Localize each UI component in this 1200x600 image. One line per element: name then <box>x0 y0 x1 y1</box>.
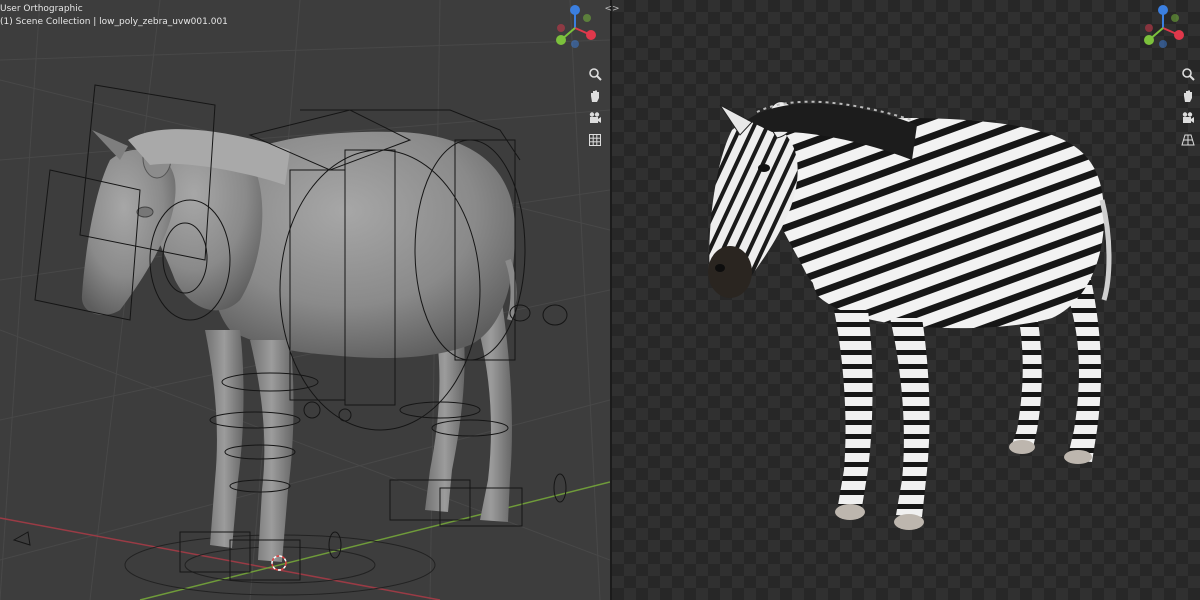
split-arrows-icon[interactable]: <> <box>604 4 620 14</box>
hand-pan-icon[interactable] <box>1178 86 1198 106</box>
viewport-tools <box>585 64 605 152</box>
z-axis-handle <box>1158 5 1168 15</box>
zoom-icon[interactable] <box>1178 64 1198 84</box>
right-viewport-scene <box>612 0 1200 600</box>
zoom-icon[interactable] <box>585 64 605 84</box>
view-mode-label: User Orthographic <box>0 4 83 14</box>
left-viewport-scene <box>0 0 610 600</box>
right-render-viewport[interactable] <box>612 0 1200 600</box>
grid-icon[interactable] <box>585 130 605 150</box>
camera-icon[interactable] <box>1178 108 1198 128</box>
navigation-gizmo[interactable] <box>553 4 597 48</box>
viewport-info: User Orthographic (1) Scene Collection |… <box>0 3 228 29</box>
y-axis-handle <box>1144 35 1154 45</box>
hand-pan-icon[interactable] <box>585 86 605 106</box>
z-axis-handle <box>570 5 580 15</box>
viewport-tools-right <box>1178 64 1198 152</box>
left-3d-viewport[interactable]: User Orthographic (1) Scene Collection |… <box>0 0 610 600</box>
y-axis-handle <box>556 35 566 45</box>
clay-zebra-mesh <box>81 129 517 562</box>
x-axis-handle <box>586 30 596 40</box>
scene-collection-label: (1) Scene Collection | low_poly_zebra_uv… <box>0 17 228 27</box>
x-axis-handle <box>1174 30 1184 40</box>
navigation-gizmo-right[interactable] <box>1141 4 1185 48</box>
camera-icon[interactable] <box>585 108 605 128</box>
perspective-grid-icon[interactable] <box>1178 130 1198 150</box>
